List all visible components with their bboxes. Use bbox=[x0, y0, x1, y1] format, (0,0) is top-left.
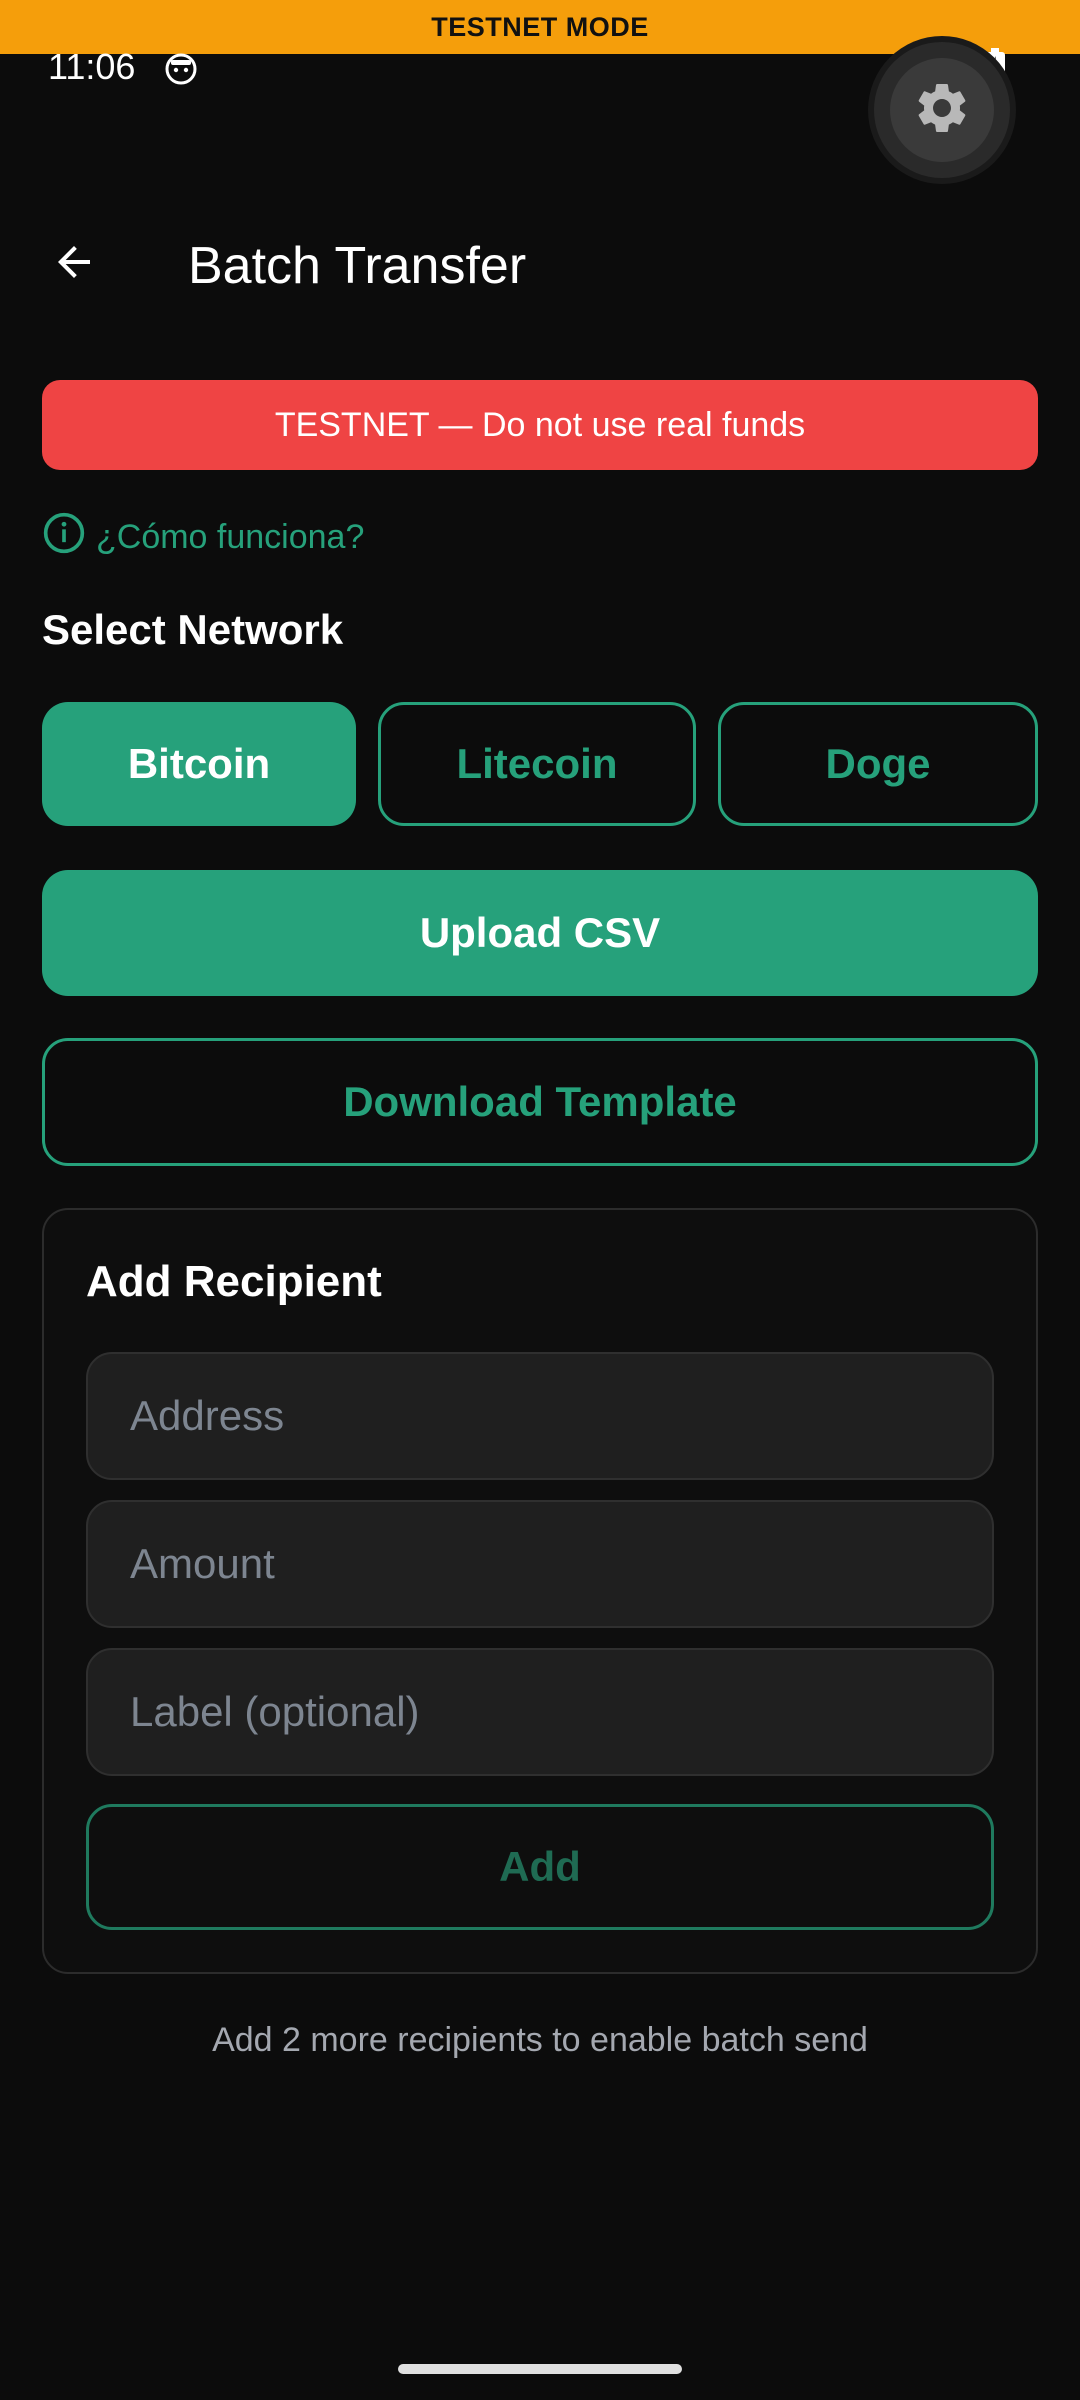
settings-button-inner bbox=[890, 58, 994, 162]
info-icon bbox=[42, 511, 96, 564]
status-time: 11:06 bbox=[48, 46, 136, 87]
testnet-warning-banner: TESTNET — Do not use real funds bbox=[42, 380, 1038, 470]
network-option-label: Litecoin bbox=[456, 740, 618, 787]
gear-icon bbox=[912, 78, 972, 143]
upload-csv-label: Upload CSV bbox=[419, 909, 661, 956]
testnet-warning-text: TESTNET — Do not use real funds bbox=[274, 405, 806, 444]
download-template-label: Download Template bbox=[343, 1078, 737, 1125]
testnet-mode-label: TESTNET MODE bbox=[431, 11, 649, 42]
address-input[interactable] bbox=[86, 1352, 994, 1480]
android-notification-icon bbox=[164, 52, 198, 86]
network-option-label: Doge bbox=[825, 740, 931, 787]
add-recipient-label: Add bbox=[499, 1843, 581, 1890]
amount-input[interactable] bbox=[86, 1500, 994, 1628]
settings-button[interactable] bbox=[874, 42, 1010, 178]
add-recipient-title: Add Recipient bbox=[86, 1257, 382, 1306]
how-it-works-link[interactable]: ¿Cómo funciona? bbox=[42, 512, 364, 562]
network-option-litecoin[interactable]: Litecoin bbox=[378, 702, 696, 826]
network-option-label: Bitcoin bbox=[127, 740, 271, 787]
add-recipient-button[interactable]: Add bbox=[86, 1804, 994, 1930]
how-it-works-label: ¿Cómo funciona? bbox=[96, 517, 365, 556]
page-title: Batch Transfer bbox=[188, 237, 527, 295]
label-input[interactable] bbox=[86, 1648, 994, 1776]
upload-csv-button[interactable]: Upload CSV bbox=[42, 870, 1038, 996]
back-button[interactable] bbox=[40, 230, 108, 298]
network-option-bitcoin[interactable]: Bitcoin bbox=[42, 702, 356, 826]
arrow-left-icon bbox=[50, 238, 98, 291]
home-indicator[interactable] bbox=[398, 2364, 682, 2374]
select-network-label: Select Network bbox=[42, 606, 344, 653]
batch-send-hint: Add 2 more recipients to enable batch se… bbox=[212, 2021, 868, 2059]
download-template-button[interactable]: Download Template bbox=[42, 1038, 1038, 1166]
network-option-doge[interactable]: Doge bbox=[718, 702, 1038, 826]
